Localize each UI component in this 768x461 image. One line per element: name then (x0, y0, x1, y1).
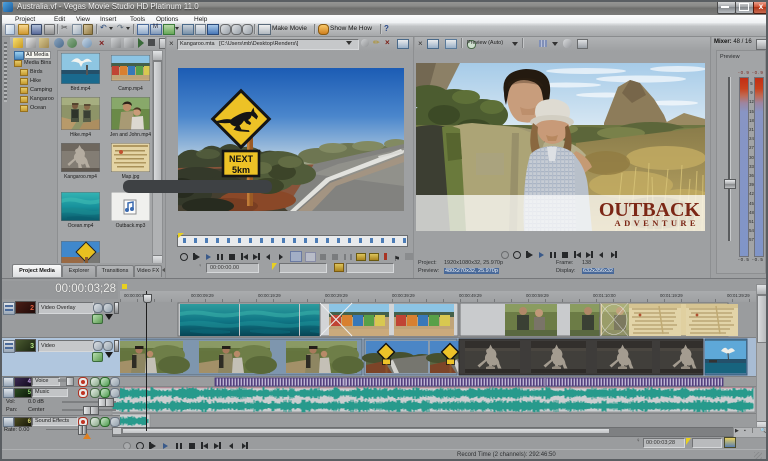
svg-text:NEXT: NEXT (229, 154, 254, 164)
svg-text:5km: 5km (232, 165, 250, 175)
svg-text:ADVENTURE: ADVENTURE (615, 218, 699, 228)
